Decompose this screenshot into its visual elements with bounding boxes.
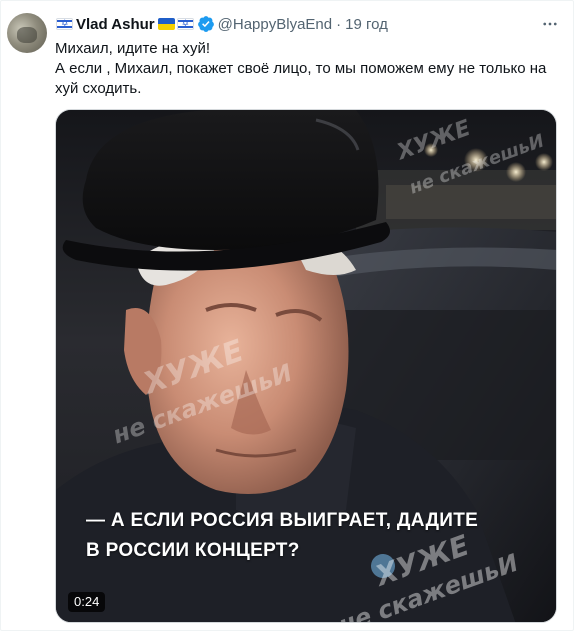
verified-badge-icon bbox=[197, 16, 214, 32]
flag-israel-icon bbox=[176, 18, 194, 30]
video-subtitle: В РОССИИ КОНЦЕРТ? bbox=[86, 540, 300, 561]
video-subtitle: — А ЕСЛИ РОССИЯ ВЫИГРАЕТ, ДАДИТЕ bbox=[86, 510, 479, 531]
tweet-card[interactable]: Vlad Ashur @HappyBlyaEnd · 19 год Михаил… bbox=[0, 0, 574, 631]
video-player[interactable]: ХУЖЕ не скажешьИ ХУЖЕ не скажешьИ ХУЖЕ н… bbox=[55, 109, 557, 623]
author-handle[interactable]: @HappyBlyaEnd bbox=[218, 16, 332, 33]
flag-ukraine-icon bbox=[157, 18, 175, 30]
tweet-text-line: А если , Михаил, покажет своё лицо, то м… bbox=[55, 60, 547, 97]
avatar[interactable] bbox=[7, 13, 47, 53]
tweet-text-line: Михаил, идите на хуй! bbox=[55, 40, 211, 57]
tweet-timestamp[interactable]: 19 год bbox=[345, 16, 388, 33]
author-name[interactable]: Vlad Ashur bbox=[76, 16, 155, 33]
tweet-header: Vlad Ashur @HappyBlyaEnd · 19 год bbox=[55, 14, 388, 34]
video-duration-badge: 0:24 bbox=[68, 592, 106, 612]
flag-israel-icon bbox=[56, 18, 73, 30]
header-separator: · bbox=[336, 15, 342, 33]
more-horizontal-icon[interactable] bbox=[539, 13, 561, 35]
tweet-text: Михаил, идите на хуй! А если , Михаил, п… bbox=[55, 39, 565, 99]
